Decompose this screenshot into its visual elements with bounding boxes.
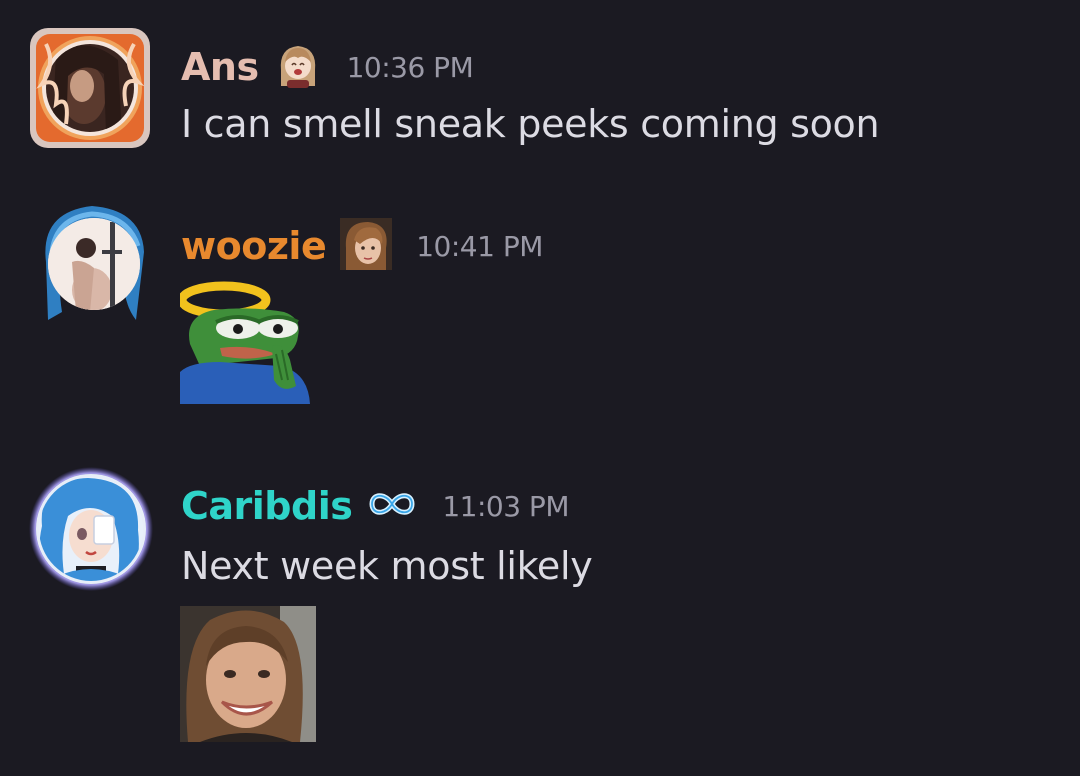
- timestamp: 10:41 PM: [416, 229, 543, 263]
- message-text: I can smell sneak peeks coming soon: [181, 102, 880, 146]
- username[interactable]: woozie: [181, 224, 327, 268]
- username[interactable]: Ans: [181, 45, 259, 89]
- timestamp: 11:03 PM: [442, 489, 569, 523]
- angel-pepe-sticker[interactable]: [177, 276, 310, 408]
- avatar[interactable]: [26, 24, 154, 152]
- chat-log: Ans 10:36 PM I can smell sneak peeks com…: [0, 0, 1080, 776]
- avatar[interactable]: [32, 202, 150, 328]
- portrait-icon: [340, 218, 393, 274]
- timestamp: 10:36 PM: [346, 50, 474, 84]
- smiling-face-photo[interactable]: [180, 606, 316, 746]
- infinity-icon: [366, 489, 418, 523]
- message-text: Next week most likely: [181, 544, 593, 588]
- avatar[interactable]: [28, 466, 154, 592]
- username[interactable]: Caribdis: [181, 484, 353, 528]
- girl-sticker-icon: [273, 40, 323, 94]
